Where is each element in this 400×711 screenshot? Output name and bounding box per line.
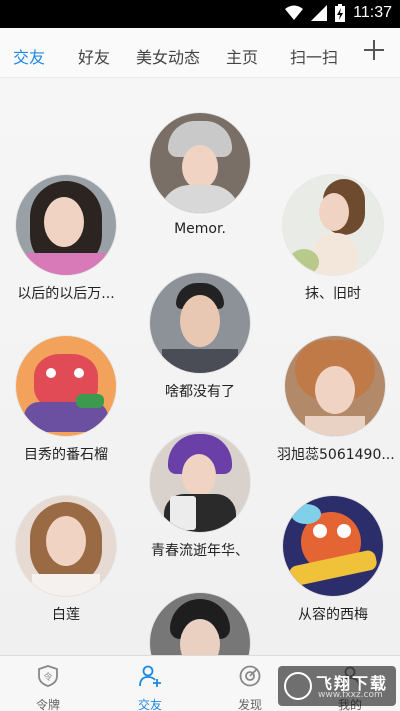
person-card[interactable]: 羽旭蕊5061490... (277, 336, 395, 464)
person-card[interactable]: 青春流逝年华、 (146, 432, 254, 560)
bottom-tab-jiaoyou[interactable]: 交友 (120, 664, 180, 711)
compass-icon (239, 665, 261, 687)
plus-icon[interactable] (362, 38, 386, 62)
avatar[interactable] (150, 113, 250, 213)
person-card[interactable]: 从容的西梅 (283, 496, 383, 624)
person-name: 从容的西梅 (298, 607, 368, 623)
person-name: 抹、旧时 (305, 286, 361, 302)
bottom-tab-label: 交友 (137, 698, 162, 711)
signal-icon (311, 5, 328, 21)
avatar[interactable] (285, 336, 385, 436)
avatar[interactable] (150, 432, 250, 532)
avatar[interactable] (283, 496, 383, 596)
person-card[interactable]: Memor. (150, 113, 250, 237)
avatar[interactable] (16, 496, 116, 596)
person-card[interactable]: 目秀的番石榴 (14, 336, 118, 464)
wifi-icon (285, 5, 304, 20)
person-name: 青春流逝年华、 (151, 543, 249, 559)
person-card[interactable]: 以后的以后万... (8, 175, 124, 303)
avatar[interactable] (150, 273, 250, 373)
people-grid: Memor. 以后的以后万... 抹、旧时 啥都没有了 目秀的番石榴 羽旭蕊50… (0, 79, 400, 655)
bottom-tab-label: 令牌 (35, 698, 60, 711)
person-name: 以后的以后万... (17, 286, 115, 302)
top-nav: 交友 好友 美女动态 主页 扫一扫 (0, 28, 400, 78)
tab-scan[interactable]: 扫一扫 (290, 44, 338, 68)
tab-jiaoyou[interactable]: 交友 (13, 44, 45, 68)
battery-charging-icon (335, 4, 346, 22)
person-card[interactable]: 白莲 (16, 496, 116, 624)
person-card[interactable]: 抹、旧时 (283, 175, 383, 303)
watermark-url: www.fxxz.com (318, 690, 383, 700)
person-card[interactable]: 啥都没有了 (150, 273, 250, 401)
bottom-tab-token[interactable]: 令 令牌 (18, 664, 78, 711)
shield-icon: 令 (38, 665, 58, 687)
avatar[interactable] (16, 175, 116, 275)
avatar[interactable] (150, 593, 250, 655)
user-add-icon (139, 665, 161, 687)
clock: 11:37 (353, 4, 392, 21)
person-card[interactable] (150, 593, 250, 655)
person-name: 啥都没有了 (165, 384, 235, 400)
person-name: 目秀的番石榴 (24, 447, 108, 463)
tab-beauty-feed[interactable]: 美女动态 (136, 44, 200, 68)
tab-home[interactable]: 主页 (226, 44, 258, 68)
person-name: 白莲 (52, 607, 80, 623)
bottom-tab-label: 发现 (237, 698, 262, 711)
bottom-tab-discover[interactable]: 发现 (220, 664, 280, 711)
status-bar: 11:37 (0, 0, 400, 28)
person-name: 羽旭蕊5061490... (277, 447, 395, 463)
watermark: 飞翔下载 www.fxxz.com (278, 666, 396, 706)
avatar[interactable] (16, 336, 116, 436)
svg-text:令: 令 (43, 671, 52, 683)
person-name: Memor. (174, 221, 226, 237)
watermark-logo-icon (284, 672, 312, 700)
tab-friends[interactable]: 好友 (78, 44, 110, 68)
avatar[interactable] (283, 175, 383, 275)
